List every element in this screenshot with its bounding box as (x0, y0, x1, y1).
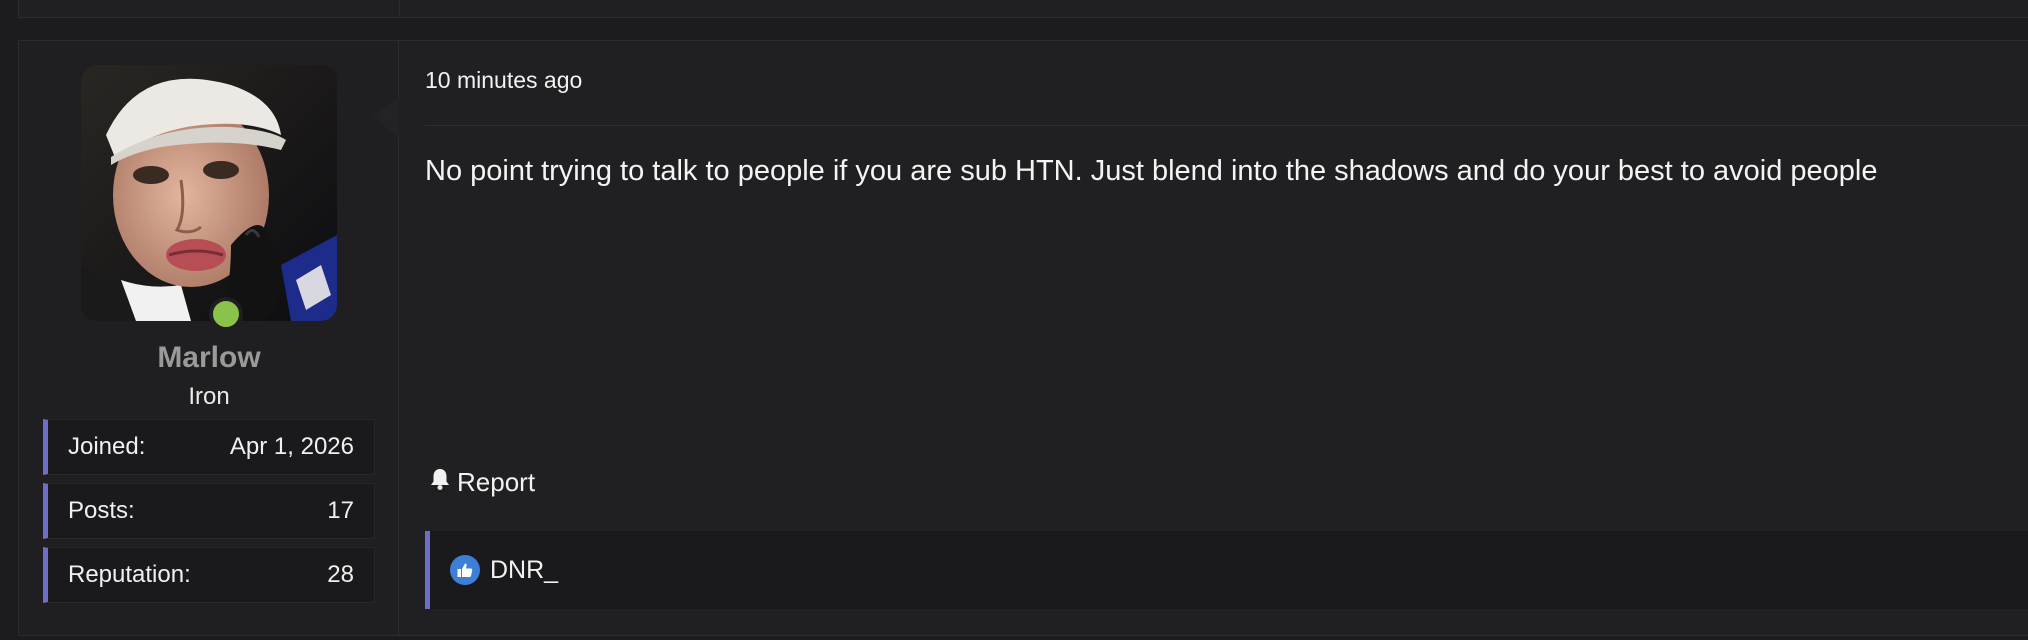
username[interactable]: Marlow (19, 341, 399, 375)
post-message: No point trying to talk to people if you… (425, 155, 1878, 187)
stat-posts: Posts: 17 (43, 483, 375, 539)
avatar-container (81, 65, 337, 331)
avatar-image (81, 65, 337, 321)
forum-post: Marlow Iron Joined: Apr 1, 2026 Posts: 1… (18, 40, 2028, 636)
report-button[interactable]: Report (429, 467, 535, 498)
speech-arrow (373, 97, 399, 137)
stat-value: 28 (327, 561, 354, 588)
stat-label: Joined: (68, 433, 146, 460)
stat-reputation: Reputation: 28 (43, 547, 375, 603)
user-stats: Joined: Apr 1, 2026 Posts: 17 Reputation… (43, 419, 375, 611)
post-timestamp[interactable]: 10 minutes ago (425, 67, 582, 94)
avatar[interactable] (81, 65, 337, 321)
stat-joined: Joined: Apr 1, 2026 (43, 419, 375, 475)
post-content: 10 minutes ago No point trying to talk t… (373, 41, 2028, 635)
column-divider (399, 0, 400, 18)
meta-divider (425, 125, 2028, 126)
reactions-bar: DNR_ (425, 531, 2028, 609)
user-rank: Iron (188, 383, 230, 410)
report-label: Report (457, 467, 536, 497)
online-status-indicator (209, 297, 243, 331)
stat-value: 17 (327, 497, 354, 524)
bell-icon (429, 467, 451, 498)
previous-post-footer (18, 0, 2028, 18)
stat-value: Apr 1, 2026 (229, 433, 354, 460)
thumbs-up-icon[interactable] (450, 555, 480, 585)
post-author-panel: Marlow Iron Joined: Apr 1, 2026 Posts: 1… (19, 41, 399, 635)
stat-label: Reputation: (68, 561, 191, 588)
stat-label: Posts: (68, 497, 135, 524)
reaction-users[interactable]: DNR_ (490, 556, 558, 585)
